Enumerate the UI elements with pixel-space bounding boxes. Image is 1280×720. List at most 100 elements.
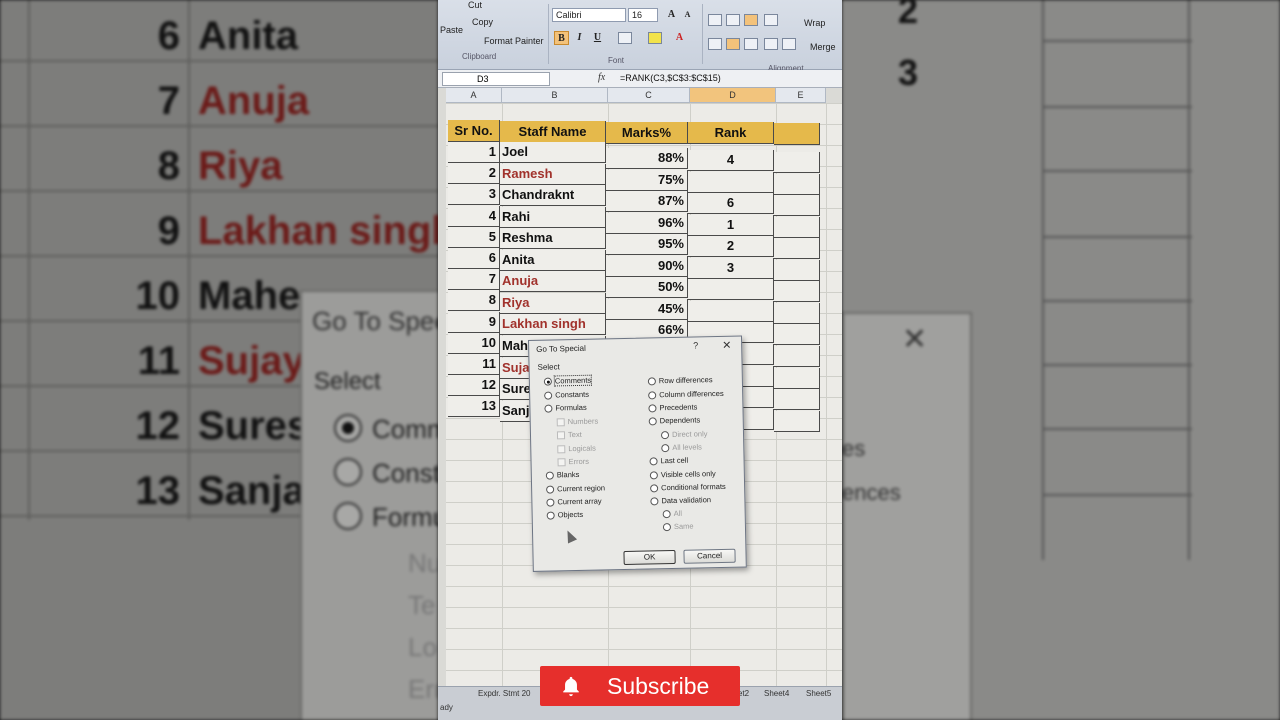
font-size-select[interactable]: 16: [628, 8, 658, 22]
empty-cell[interactable]: [774, 410, 820, 432]
radio-button[interactable]: [647, 377, 656, 386]
marks-cell[interactable]: 75%: [606, 169, 688, 191]
rank-cell[interactable]: 4: [688, 150, 774, 171]
staff-name-cell[interactable]: Anuja: [500, 271, 606, 293]
radio-button[interactable]: [546, 498, 555, 507]
radio-button[interactable]: [543, 377, 552, 386]
empty-cell[interactable]: [774, 302, 820, 324]
empty-cell[interactable]: [774, 345, 820, 367]
rank-cell[interactable]: 2: [688, 236, 774, 258]
cut-button[interactable]: Cut: [468, 0, 482, 10]
increase-indent-icon[interactable]: [782, 38, 796, 50]
radio-button[interactable]: [648, 404, 657, 413]
staff-name-cell[interactable]: Lakhan singh: [500, 314, 606, 336]
rank-cell[interactable]: [688, 300, 774, 322]
sr-no-cell[interactable]: 2: [448, 163, 500, 185]
column-header-b[interactable]: B: [502, 88, 608, 103]
bold-button[interactable]: B: [554, 31, 569, 45]
font-name-select[interactable]: Calibri: [552, 8, 626, 22]
sr-no-cell[interactable]: 12: [448, 375, 500, 397]
align-right-icon[interactable]: [744, 38, 758, 50]
radio-button[interactable]: [544, 404, 553, 413]
radio-button[interactable]: [544, 391, 553, 400]
marks-cell[interactable]: 96%: [606, 212, 688, 234]
sr-no-cell[interactable]: 13: [448, 396, 500, 418]
empty-cell[interactable]: [774, 281, 820, 303]
marks-cell[interactable]: 88%: [606, 148, 688, 169]
radio-button[interactable]: [650, 497, 659, 506]
sr-no-cell[interactable]: 10: [448, 332, 500, 354]
column-header-d[interactable]: D: [690, 88, 776, 103]
radio-button[interactable]: [648, 417, 657, 426]
table-header-cell[interactable]: Staff Name: [500, 120, 606, 143]
staff-name-cell[interactable]: Reshma: [500, 228, 606, 250]
radio-button[interactable]: [649, 471, 658, 480]
sr-no-cell[interactable]: 1: [448, 142, 500, 163]
sheet-tab[interactable]: Sheet4: [764, 689, 789, 698]
staff-name-cell[interactable]: Chandraknt: [500, 185, 606, 207]
sr-no-cell[interactable]: 3: [448, 184, 500, 206]
radio-button[interactable]: [545, 471, 554, 480]
empty-cell[interactable]: [774, 259, 820, 281]
underline-button[interactable]: U: [590, 31, 605, 45]
orientation-icon[interactable]: [764, 14, 778, 26]
rank-cell[interactable]: 6: [688, 193, 774, 215]
align-top-icon[interactable]: [708, 14, 722, 26]
borders-icon[interactable]: [618, 32, 632, 44]
rank-cell[interactable]: [688, 171, 774, 193]
empty-cell[interactable]: [774, 238, 820, 260]
empty-cell[interactable]: [774, 324, 820, 346]
sr-no-cell[interactable]: 9: [448, 311, 500, 333]
align-left-icon[interactable]: [708, 38, 722, 50]
help-button[interactable]: ?: [693, 340, 698, 350]
staff-name-cell[interactable]: Riya: [500, 292, 606, 314]
merge-button[interactable]: Merge: [810, 42, 836, 52]
align-center-icon[interactable]: [726, 38, 740, 50]
italic-button[interactable]: I: [572, 31, 587, 45]
wrap-text-button[interactable]: Wrap: [804, 18, 825, 28]
subscribe-button[interactable]: Subscribe: [540, 666, 740, 706]
table-header-cell[interactable]: Sr No.: [448, 120, 500, 142]
copy-button[interactable]: Copy: [472, 17, 493, 27]
marks-cell[interactable]: 87%: [606, 191, 688, 213]
paste-button[interactable]: Paste: [440, 25, 463, 35]
table-header-cell[interactable]: Marks%: [606, 121, 688, 144]
marks-cell[interactable]: 45%: [606, 298, 688, 320]
grow-font-button[interactable]: A: [664, 8, 679, 22]
sr-no-cell[interactable]: 6: [448, 248, 500, 269]
font-color-button[interactable]: A: [672, 31, 687, 45]
radio-button[interactable]: [648, 391, 657, 400]
empty-cell[interactable]: [774, 152, 820, 173]
marks-cell[interactable]: 95%: [606, 234, 688, 256]
rank-cell[interactable]: 1: [688, 214, 774, 236]
decrease-indent-icon[interactable]: [764, 38, 778, 50]
shrink-font-button[interactable]: A: [680, 8, 695, 22]
table-header-cell[interactable]: [774, 123, 820, 145]
align-bottom-icon[interactable]: [744, 14, 758, 26]
empty-cell[interactable]: [774, 367, 820, 389]
empty-cell[interactable]: [774, 173, 820, 195]
sheet-tab[interactable]: Sheet5: [806, 689, 831, 698]
sr-no-cell[interactable]: 5: [448, 226, 500, 248]
sr-no-cell[interactable]: 7: [448, 269, 500, 291]
empty-cell[interactable]: [774, 216, 820, 238]
rank-cell[interactable]: 3: [688, 257, 774, 279]
formula-input[interactable]: =RANK(C3,$C$3:$C$15): [620, 73, 721, 83]
marks-cell[interactable]: 50%: [606, 277, 688, 299]
format-painter-button[interactable]: Format Painter: [484, 36, 544, 46]
fill-color-icon[interactable]: [648, 32, 662, 44]
sheet-tab[interactable]: Expdr. Stmt 20: [478, 689, 530, 698]
sr-no-cell[interactable]: 4: [448, 205, 500, 227]
staff-name-cell[interactable]: Ramesh: [500, 163, 606, 185]
sr-no-cell[interactable]: 11: [448, 354, 500, 375]
ok-button[interactable]: OK: [623, 549, 676, 566]
name-box[interactable]: D3: [442, 72, 550, 86]
radio-button[interactable]: [649, 457, 658, 466]
close-icon[interactable]: ✕: [722, 339, 731, 352]
fx-icon[interactable]: fx: [598, 72, 605, 83]
radio-button[interactable]: [546, 485, 555, 494]
radio-button[interactable]: [546, 511, 555, 520]
staff-name-cell[interactable]: Rahi: [500, 206, 606, 228]
marks-cell[interactable]: 90%: [606, 255, 688, 277]
table-header-cell[interactable]: Rank: [688, 122, 774, 145]
